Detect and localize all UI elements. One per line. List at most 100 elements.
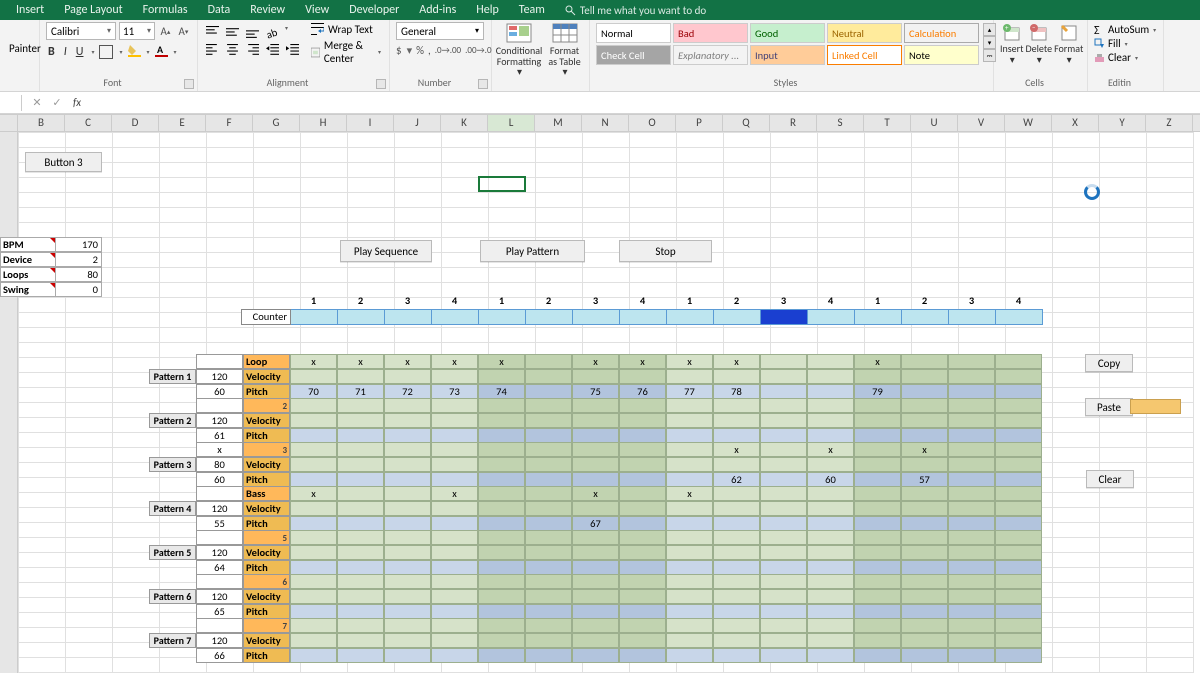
step-trigger-cell[interactable]: x [478,354,525,369]
step-trigger-cell[interactable] [572,574,619,589]
velocity-cell[interactable] [619,369,666,384]
pitch-cell[interactable] [572,604,619,619]
counter-cell[interactable] [432,309,479,325]
pitch-cell[interactable] [478,428,525,443]
step-trigger-cell[interactable] [431,442,478,457]
align-top-icon[interactable] [204,24,221,40]
velocity-cell[interactable] [995,369,1042,384]
velocity-cell[interactable] [431,589,478,604]
pitch-cell[interactable] [525,428,572,443]
step-trigger-cell[interactable] [478,398,525,413]
velocity-cell[interactable] [995,633,1042,648]
pitch-cell[interactable] [619,516,666,531]
pattern-head[interactable]: Loop [243,354,290,369]
step-trigger-cell[interactable] [572,398,619,413]
step-trigger-cell[interactable]: x [431,486,478,501]
pattern-top-val[interactable] [196,486,243,501]
pitch-cell[interactable] [384,428,431,443]
step-trigger-cell[interactable] [854,618,901,633]
pitch-cell[interactable] [948,560,995,575]
column-header[interactable]: U [911,115,958,131]
step-trigger-cell[interactable]: x [807,442,854,457]
velocity-cell[interactable] [290,369,337,384]
pitch-cell[interactable] [525,648,572,663]
pitch-base-value[interactable]: 65 [196,604,243,619]
counter-cell[interactable] [761,309,808,325]
step-trigger-cell[interactable] [995,354,1042,369]
pitch-cell[interactable]: 67 [572,516,619,531]
velocity-cell[interactable] [384,457,431,472]
step-trigger-cell[interactable] [713,486,760,501]
step-trigger-cell[interactable]: x [901,442,948,457]
pitch-cell[interactable] [619,428,666,443]
pitch-cell[interactable] [572,428,619,443]
velocity-cell[interactable] [995,545,1042,560]
pitch-cell[interactable] [995,516,1042,531]
step-trigger-cell[interactable] [337,574,384,589]
step-trigger-cell[interactable] [290,442,337,457]
counter-cell[interactable] [714,309,761,325]
step-trigger-cell[interactable]: x [572,354,619,369]
velocity-cell[interactable] [572,369,619,384]
step-trigger-cell[interactable] [760,398,807,413]
column-header[interactable]: R [770,115,817,131]
pitch-cell[interactable] [290,560,337,575]
velocity-cell[interactable] [478,501,525,516]
step-trigger-cell[interactable] [995,398,1042,413]
velocity-cell[interactable] [760,369,807,384]
velocity-value[interactable]: 120 [196,369,243,384]
merge-center-button[interactable]: Merge & Center▾ [309,38,383,66]
pitch-cell[interactable] [995,384,1042,399]
velocity-cell[interactable] [478,413,525,428]
pitch-cell[interactable] [478,604,525,619]
pitch-cell[interactable] [995,428,1042,443]
pitch-base-value[interactable]: 64 [196,560,243,575]
pitch-cell[interactable] [854,516,901,531]
pattern-head[interactable]: 7 [243,618,290,633]
column-header[interactable]: K [441,115,488,131]
align-bottom-icon[interactable] [244,24,261,40]
step-trigger-cell[interactable] [854,486,901,501]
velocity-cell[interactable] [431,545,478,560]
velocity-cell[interactable] [525,369,572,384]
pitch-cell[interactable] [384,516,431,531]
decrease-decimal-icon[interactable]: .00→.0 [465,45,491,56]
velocity-cell[interactable] [478,545,525,560]
step-trigger-cell[interactable] [384,442,431,457]
cell-style-option[interactable]: Good [750,23,825,43]
step-trigger-cell[interactable] [901,530,948,545]
counter-cell[interactable] [338,309,385,325]
step-trigger-cell[interactable] [525,574,572,589]
format-as-table-button[interactable]: Format as Table▾ [546,22,583,89]
pitch-cell[interactable]: 76 [619,384,666,399]
step-trigger-cell[interactable] [525,354,572,369]
velocity-value[interactable]: 120 [196,589,243,604]
fx-icon[interactable]: fx [67,96,87,109]
step-trigger-cell[interactable]: x [713,442,760,457]
pitch-cell[interactable] [572,648,619,663]
column-header[interactable]: M [535,115,582,131]
pattern-top-val[interactable] [196,354,243,369]
pitch-cell[interactable] [290,604,337,619]
bold-button[interactable]: B [46,44,57,60]
velocity-cell[interactable] [525,633,572,648]
pitch-cell[interactable] [948,384,995,399]
velocity-cell[interactable] [384,413,431,428]
velocity-cell[interactable] [948,457,995,472]
velocity-cell[interactable] [807,589,854,604]
step-trigger-cell[interactable] [948,574,995,589]
velocity-cell[interactable] [572,545,619,560]
pitch-cell[interactable] [901,384,948,399]
step-trigger-cell[interactable]: x [337,354,384,369]
column-header[interactable]: J [394,115,441,131]
step-trigger-cell[interactable] [995,574,1042,589]
step-trigger-cell[interactable]: x [854,354,901,369]
ribbon-tab[interactable]: Review [240,1,295,19]
pitch-cell[interactable] [995,648,1042,663]
dialog-launcher-icon[interactable] [184,79,194,89]
align-right-icon[interactable] [244,42,261,58]
counter-cell[interactable] [902,309,949,325]
velocity-cell[interactable] [854,633,901,648]
step-trigger-cell[interactable] [619,530,666,545]
velocity-cell[interactable] [948,501,995,516]
